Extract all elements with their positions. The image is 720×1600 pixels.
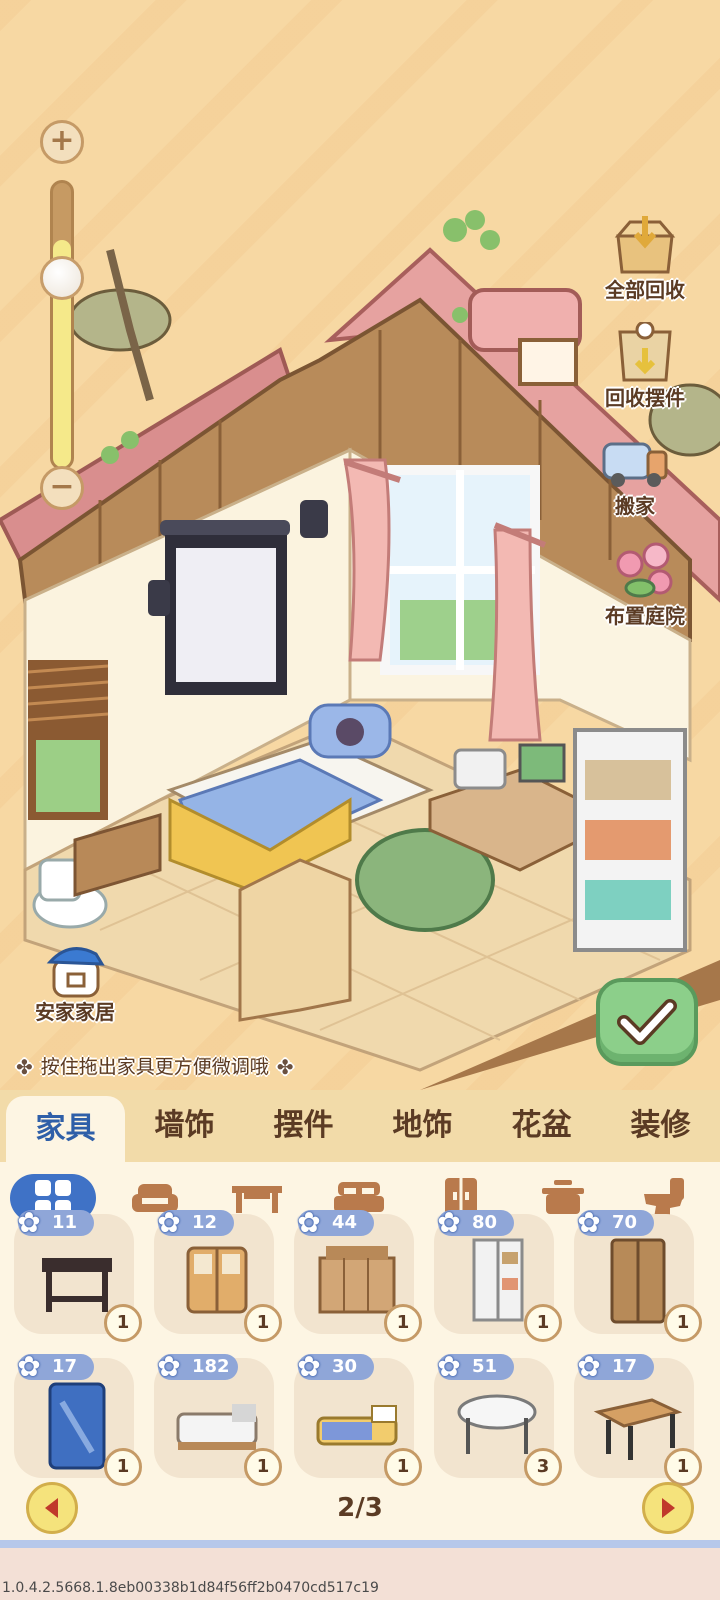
item-score-badge: ✿ 70	[577, 1206, 654, 1239]
flower-score-icon: ✿	[577, 1350, 601, 1383]
prev-page-button[interactable]	[26, 1482, 78, 1534]
item-score-value: 51	[472, 1356, 498, 1377]
flower-score-icon: ✿	[157, 1350, 181, 1383]
brand-badge[interactable]: 安家家居	[20, 940, 130, 1024]
garden-label: 布置庭院	[605, 604, 685, 628]
item-score-value: 80	[472, 1212, 498, 1233]
item-score-badge: ✿ 51	[437, 1350, 514, 1383]
furniture-item-card[interactable]: ✿ 80 1	[434, 1206, 562, 1342]
tab-renovation[interactable]: 装修	[601, 1090, 720, 1162]
cup-recycle-icon	[610, 322, 680, 384]
item-score-badge: ✿ 17	[577, 1350, 654, 1383]
next-page-button[interactable]	[642, 1482, 694, 1534]
furniture-item-card[interactable]: ✿ 11 1	[14, 1206, 142, 1342]
item-quantity-badge: 1	[104, 1448, 142, 1486]
recycle-all-button[interactable]: 全部回收	[590, 214, 700, 302]
page-indicator: 2/3	[337, 1493, 383, 1523]
furniture-item-card[interactable]: ✿ 182 1	[154, 1350, 282, 1486]
furniture-item-card[interactable]: ✿ 70 1	[574, 1206, 702, 1342]
item-quantity-badge: 1	[664, 1304, 702, 1342]
flower-score-icon: ✿	[437, 1350, 461, 1383]
flower-score-icon: ✿	[17, 1350, 41, 1383]
furniture-item-card[interactable]: ✿ 30 1	[294, 1350, 422, 1486]
item-score-badge: ✿ 17	[17, 1350, 94, 1383]
flower-score-icon: ✿	[297, 1350, 321, 1383]
moving-truck-icon	[600, 430, 670, 492]
drag-hint-text: 按住拖出家具更方便微调哦	[40, 1056, 269, 1078]
furniture-item-card[interactable]: ✿ 44 1	[294, 1206, 422, 1342]
flower-score-icon: ✿	[297, 1206, 321, 1239]
arrow-right-icon	[662, 1498, 675, 1518]
item-score-badge: ✿ 80	[437, 1206, 514, 1239]
tab-ornaments[interactable]: 摆件	[244, 1090, 363, 1162]
room-scene[interactable]: + − 全部回收 回收摆件 搬家 布置庭院 安家家居 ✤ 按住拖出家具更方便微调…	[0, 0, 720, 1090]
confirm-button[interactable]	[596, 978, 698, 1066]
garden-button[interactable]: 布置庭院	[590, 540, 700, 628]
flower-score-icon: ✿	[157, 1206, 181, 1239]
item-score-value: 44	[332, 1212, 358, 1233]
furniture-item-card[interactable]: ✿ 12 1	[154, 1206, 282, 1342]
furniture-item-card[interactable]: ✿ 17 1	[574, 1350, 702, 1486]
item-quantity-badge: 1	[244, 1304, 282, 1342]
item-quantity-badge: 3	[524, 1448, 562, 1486]
item-quantity-badge: 1	[244, 1448, 282, 1486]
move-house-button[interactable]: 搬家	[580, 430, 690, 518]
item-score-badge: ✿ 12	[157, 1206, 234, 1239]
item-quantity-badge: 1	[524, 1304, 562, 1342]
recycle-all-label: 全部回收	[605, 278, 685, 302]
item-quantity-badge: 1	[664, 1448, 702, 1486]
item-quantity-badge: 1	[384, 1304, 422, 1342]
recycle-decor-label: 回收摆件	[605, 386, 685, 410]
item-score-badge: ✿ 44	[297, 1206, 374, 1239]
zoom-in-button[interactable]: +	[40, 120, 84, 164]
tab-wall-decor[interactable]: 墙饰	[125, 1090, 244, 1162]
item-quantity-badge: 1	[384, 1448, 422, 1486]
tab-floor-decor[interactable]: 地饰	[363, 1090, 482, 1162]
garden-flowers-icon	[610, 540, 680, 602]
table-icon	[232, 1186, 282, 1213]
item-quantity-badge: 1	[104, 1304, 142, 1342]
version-text: 1.0.4.2.5668.1.8eb00338b1d84f56ff2b0470c…	[2, 1580, 379, 1596]
brand-label: 安家家居	[35, 1000, 115, 1024]
flower-score-icon: ✿	[17, 1206, 41, 1239]
zoom-slider-track[interactable]	[50, 180, 74, 470]
zoom-out-button[interactable]: −	[40, 466, 84, 510]
arrow-left-icon	[45, 1498, 58, 1518]
clover-icon: ✤	[16, 1055, 33, 1079]
item-score-value: 17	[52, 1356, 78, 1377]
furniture-item-card[interactable]: ✿ 51 3	[434, 1350, 562, 1486]
flower-score-icon: ✿	[437, 1206, 461, 1239]
item-score-value: 11	[52, 1212, 78, 1233]
box-recycle-all-icon	[610, 214, 680, 276]
item-score-value: 17	[612, 1356, 638, 1377]
item-score-badge: ✿ 11	[17, 1206, 94, 1239]
furniture-item-card[interactable]: ✿ 17 1	[14, 1350, 142, 1486]
check-icon	[617, 999, 677, 1045]
zoom-slider-knob[interactable]	[40, 256, 84, 300]
tab-furniture[interactable]: 家具	[6, 1096, 125, 1162]
drag-hint: ✤ 按住拖出家具更方便微调哦 ✤	[16, 1050, 294, 1084]
item-score-badge: ✿ 30	[297, 1350, 374, 1383]
item-score-value: 12	[192, 1212, 218, 1233]
brand-hat-icon	[40, 940, 110, 1000]
move-house-label: 搬家	[615, 494, 655, 518]
flower-score-icon: ✿	[577, 1206, 601, 1239]
item-score-value: 30	[332, 1356, 358, 1377]
item-score-value: 70	[612, 1212, 638, 1233]
item-score-badge: ✿ 182	[157, 1350, 238, 1383]
recycle-decor-button[interactable]: 回收摆件	[590, 322, 700, 410]
category-tabs: 家具 墙饰 摆件 地饰 花盆 装修	[0, 1090, 720, 1162]
tab-flowerpots[interactable]: 花盆	[482, 1090, 601, 1162]
clover-icon: ✤	[276, 1055, 294, 1079]
item-score-value: 182	[192, 1356, 230, 1377]
